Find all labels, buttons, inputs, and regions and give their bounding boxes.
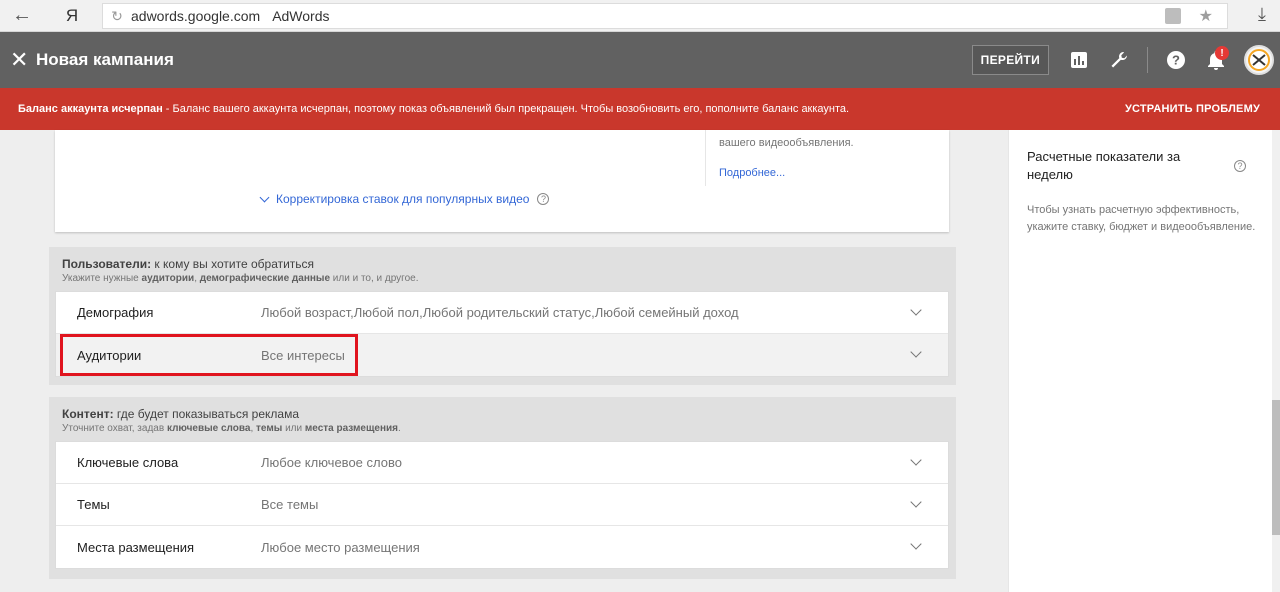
heading-rest: где будет показываться реклама <box>113 407 299 421</box>
chevron-down-icon[interactable] <box>910 346 922 358</box>
back-arrow-icon[interactable]: ← <box>0 0 44 32</box>
alert-message: Баланс аккаунта исчерпан - Баланс вашего… <box>0 103 849 115</box>
chevron-down-icon[interactable] <box>910 454 922 466</box>
browser-toolbar: ← Я ↻ adwords.google.com AdWords ★ ⤓ <box>0 0 1280 32</box>
row-value: Любой возраст,Любой пол,Любой родительск… <box>261 305 739 320</box>
account-balance-alert: Баланс аккаунта исчерпан - Баланс вашего… <box>0 88 1280 130</box>
heading-bold: Контент: <box>62 407 114 421</box>
panel-text: Чтобы узнать расчетную эффективность, ук… <box>1027 204 1256 233</box>
more-link[interactable]: Подробнее... <box>719 167 785 179</box>
row-label: Темы <box>77 497 110 512</box>
chevron-down-icon[interactable] <box>910 496 922 508</box>
row-value: Любое ключевое слово <box>261 455 402 470</box>
page-title: Новая кампания <box>36 50 174 69</box>
popular-video-bid-adjust-link[interactable]: Корректировка ставок для популярных виде… <box>259 192 550 206</box>
header-actions: ПЕРЕЙТИ ? ! <box>971 32 1280 88</box>
sub-bold: демографические данные <box>199 273 331 284</box>
chevron-down-icon[interactable] <box>910 538 922 550</box>
help-icon[interactable]: ? <box>1156 32 1196 88</box>
chevron-down-icon[interactable] <box>910 304 922 316</box>
help-snippet: вашего видеообъявления. <box>719 137 854 149</box>
row-label: Места размещения <box>77 539 195 555</box>
row-label: Демография <box>77 305 154 320</box>
go-button[interactable]: ПЕРЕЙТИ <box>971 45 1049 75</box>
sub-text: или и то, и другое. <box>330 273 419 284</box>
section-heading: Контент: где будет показываться реклама <box>62 407 299 421</box>
help-icon[interactable]: ? <box>1234 160 1246 172</box>
tab-title: AdWords <box>272 8 330 24</box>
close-icon[interactable]: ✕ <box>0 47 36 73</box>
section-heading: Пользователи: к кому вы хотите обратитьс… <box>62 257 314 271</box>
sub-bold: темы <box>256 423 283 434</box>
sub-text: . <box>398 423 401 434</box>
scrollbar-thumb[interactable] <box>1272 400 1280 535</box>
row-demographics[interactable]: Демография Любой возраст,Любой пол,Любой… <box>56 292 948 334</box>
bid-card: вашего видеообъявления. Подробнее... Кор… <box>55 130 949 232</box>
yandex-logo[interactable]: Я <box>44 0 100 32</box>
heading-bold: Пользователи: <box>62 257 152 271</box>
header-separator <box>1147 47 1148 73</box>
targeting-list: Ключевые слова Любое ключевое слово Темы… <box>55 441 949 569</box>
card-divider <box>705 130 706 186</box>
adjust-link-label: Корректировка ставок для популярных виде… <box>276 192 530 206</box>
sub-bold: аудитории <box>141 273 195 284</box>
highlight-annotation <box>60 334 358 376</box>
avatar[interactable] <box>1244 45 1274 75</box>
bell-icon[interactable]: ! <box>1196 32 1236 88</box>
row-value: Все темы <box>261 497 319 512</box>
alert-bold-text: Баланс аккаунта исчерпан <box>18 103 163 115</box>
row-placements[interactable]: Места размещения Любое место размещения <box>56 526 948 568</box>
lock-icon[interactable] <box>1165 8 1181 24</box>
sub-bold: ключевые слова <box>166 423 251 434</box>
row-keywords[interactable]: Ключевые слова Любое ключевое слово <box>56 442 948 484</box>
sub-text: или <box>282 423 305 434</box>
sub-bold: места размещения <box>304 423 398 434</box>
heading-rest: к кому вы хотите обратиться <box>151 257 315 271</box>
help-icon[interactable]: ? <box>537 193 550 205</box>
sub-text: Уточните охват, задав <box>62 423 167 434</box>
alert-text: - Баланс вашего аккаунта исчерпан, поэто… <box>162 103 850 115</box>
bar-chart-icon[interactable] <box>1059 32 1099 88</box>
wrench-icon[interactable] <box>1099 32 1139 88</box>
estimates-panel: Расчетные показатели за неделю ? Чтобы у… <box>1008 130 1272 592</box>
section-subheading: Укажите нужные аудитории, демографически… <box>62 273 419 284</box>
chevron-down-icon <box>259 192 270 202</box>
notification-badge: ! <box>1215 46 1229 60</box>
row-topics[interactable]: Темы Все темы <box>56 484 948 526</box>
fix-problem-button[interactable]: УСТРАНИТЬ ПРОБЛЕМУ <box>1125 88 1260 130</box>
panel-title: Расчетные показатели за неделю <box>1027 149 1181 182</box>
row-label: Ключевые слова <box>77 455 179 470</box>
row-value: Любое место размещения <box>261 539 420 555</box>
content-section: Контент: где будет показываться реклама … <box>49 397 956 579</box>
app-header: ✕ Новая кампания ПЕРЕЙТИ ? ! <box>0 32 1280 88</box>
section-subheading: Уточните охват, задав ключевые слова, те… <box>62 423 401 434</box>
address-bar[interactable]: ↻ adwords.google.com AdWords ★ <box>102 3 1228 29</box>
reload-icon[interactable]: ↻ <box>103 8 131 25</box>
url-text: adwords.google.com <box>131 8 261 24</box>
svg-text:?: ? <box>1172 53 1180 68</box>
sub-text: Укажите нужные <box>62 273 142 284</box>
star-icon[interactable]: ★ <box>1199 6 1213 26</box>
download-icon[interactable]: ⤓ <box>1258 4 1266 25</box>
